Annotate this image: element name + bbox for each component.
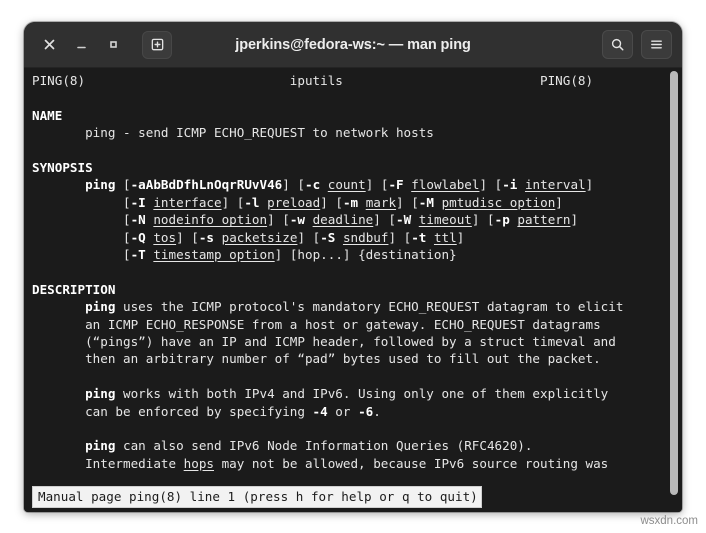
window-controls-left [34, 30, 172, 60]
description-p2-line2: can be enforced by specifying -4 or -6. [85, 403, 381, 419]
window-controls-right [602, 30, 672, 59]
section-heading-name: NAME [32, 107, 63, 123]
man-status-line: Manual page ping(8) line 1 (press h for … [32, 486, 482, 508]
description-p1-line1: ping uses the ICMP protocol's mandatory … [32, 298, 664, 315]
name-body-line: ping - send ICMP ECHO_REQUEST to network… [32, 124, 664, 141]
description-p3-line1: ping can also send IPv6 Node Information… [85, 438, 533, 454]
desc-hops-link: hops [183, 455, 214, 471]
search-icon[interactable] [602, 30, 633, 59]
man-page-content: PING(8) iputils PING(8) NAME ping - send … [32, 72, 664, 512]
synopsis-line-1: ping [-aAbBdDfhLnOqrRUvV46] [-c count] [… [85, 177, 594, 193]
description-p3-line2: Intermediate hops may not be allowed, be… [85, 455, 609, 471]
minimize-icon[interactable] [66, 30, 96, 60]
section-heading-synopsis: SYNOPSIS [32, 160, 93, 175]
watermark: wsxdn.com [640, 515, 698, 527]
section-heading-description: DESCRIPTION [32, 281, 116, 297]
window-titlebar: jperkins@fedora-ws:~ — man ping [24, 22, 682, 68]
desc-p1-command: ping [85, 299, 116, 315]
hamburger-menu-icon[interactable] [641, 30, 672, 59]
description-p1-line2: an ICMP ECHO_RESPONSE from a host or gat… [85, 316, 601, 332]
man-header-line: PING(8) iputils PING(8) [32, 72, 664, 89]
close-icon[interactable] [34, 30, 64, 60]
man-header-left: PING(8) [32, 73, 86, 88]
description-p2-line1: ping works with both IPv4 and IPv6. Usin… [85, 386, 609, 402]
terminal-window: jperkins@fedora-ws:~ — man ping PING(8) … [24, 22, 682, 512]
desc-p2-command: ping [85, 386, 116, 402]
man-header-spacer-2 [343, 73, 540, 88]
maximize-icon[interactable] [98, 30, 128, 60]
name-body-text: ping - send ICMP ECHO_REQUEST to network… [85, 125, 434, 141]
description-p1-line3: (“pings”) have an IP and ICMP header, fo… [85, 334, 616, 350]
man-header-center: iputils [289, 73, 343, 88]
flag-ipv4: -4 [312, 403, 328, 419]
man-header-right: PING(8) [540, 73, 594, 88]
description-p1-line4: then an arbitrary number of “pad” bytes … [85, 351, 601, 367]
new-tab-icon[interactable] [142, 30, 172, 59]
synopsis-line-4: [-Q tos] [-s packetsize] [-S sndbuf] [-t… [32, 229, 465, 245]
synopsis-line-3: [-N nodeinfo option] [-w deadline] [-W t… [32, 212, 579, 228]
synopsis-line-5: [-T timestamp option] [hop...] {destinat… [32, 247, 457, 263]
synopsis-command: ping [85, 177, 116, 193]
terminal-body[interactable]: PING(8) iputils PING(8) NAME ping - send … [24, 68, 682, 512]
scrollbar-thumb[interactable] [670, 71, 678, 495]
terminal-scrollbar[interactable] [668, 68, 680, 512]
desc-p3-command: ping [85, 438, 116, 454]
synopsis-line-2: [-I interface] [-l preload] [-m mark] [-… [32, 194, 563, 210]
flag-ipv6: -6 [358, 403, 374, 419]
desc-p1-line1-rest: uses the ICMP protocol's mandatory ECHO_… [115, 299, 624, 315]
man-header-spacer-1 [85, 73, 290, 88]
